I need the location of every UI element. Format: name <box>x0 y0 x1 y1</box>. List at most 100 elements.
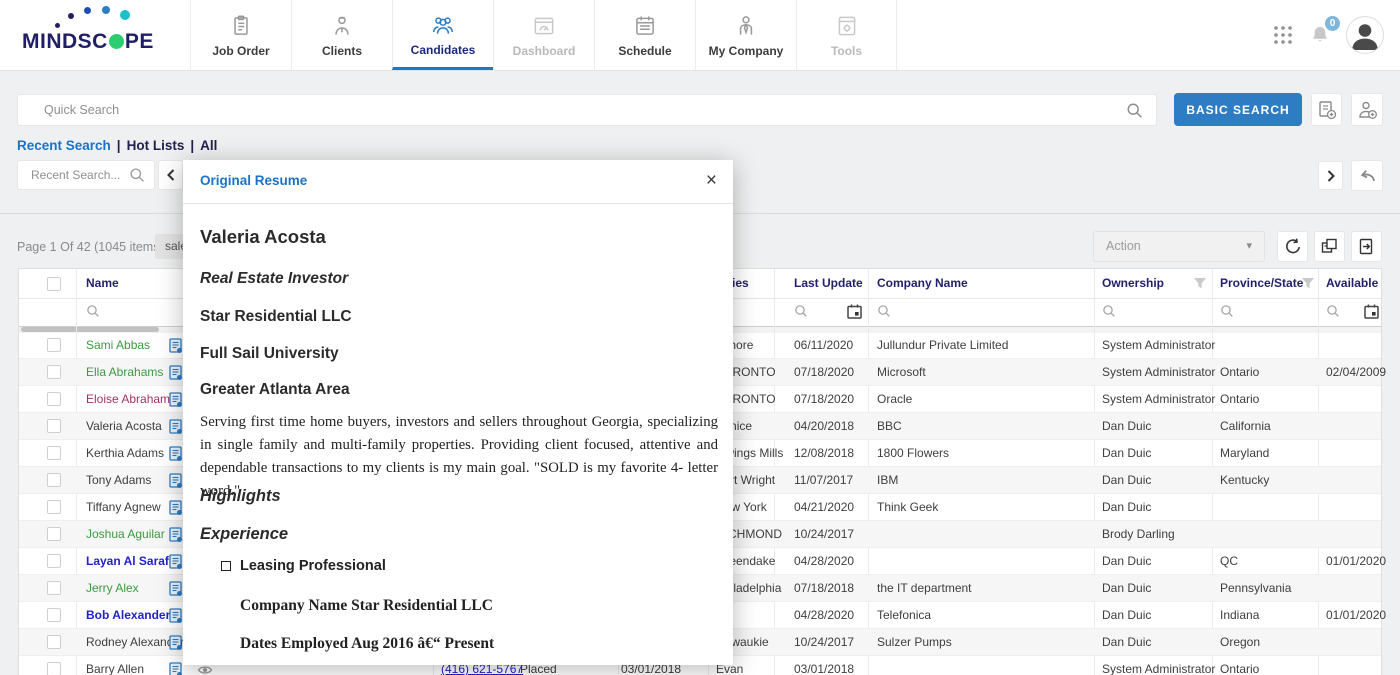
action-dropdown[interactable]: Action ▾ <box>1093 231 1265 262</box>
resume-job-title: Leasing Professional <box>240 558 386 574</box>
resume-icon[interactable] <box>169 662 183 675</box>
recent-search-link[interactable]: Recent Search <box>17 138 111 153</box>
candidate-name-link[interactable]: Valeria Acosta <box>86 413 162 440</box>
row-checkbox[interactable] <box>47 527 61 541</box>
candidate-name-link[interactable]: Kerthia Adams <box>86 440 164 467</box>
refresh-button[interactable] <box>1277 231 1308 262</box>
calendar-icon[interactable] <box>846 303 863 320</box>
export-button[interactable] <box>1351 231 1382 262</box>
candidate-name-link[interactable]: Tiffany Agnew <box>86 494 161 521</box>
recent-search-input[interactable] <box>29 167 128 183</box>
resume-icon[interactable] <box>169 554 183 570</box>
bullet-square-icon <box>221 561 231 571</box>
logo-dot <box>55 23 60 28</box>
basic-search-button[interactable]: BASIC SEARCH <box>1174 93 1302 126</box>
column-search-icon[interactable] <box>1326 304 1341 319</box>
close-icon[interactable]: × <box>706 169 717 193</box>
resume-icon[interactable] <box>169 446 183 462</box>
candidate-name-link[interactable]: Jerry Alex <box>86 575 139 602</box>
logo-dot <box>68 13 74 19</box>
header-col-name[interactable]: Name <box>86 269 119 298</box>
add-candidate-button[interactable] <box>1351 93 1383 126</box>
select-all-checkbox[interactable] <box>47 277 61 291</box>
row-checkbox[interactable] <box>47 446 61 460</box>
header-col-company-name[interactable]: Company Name <box>877 269 968 298</box>
column-search-icon[interactable] <box>1102 304 1117 319</box>
brand-logo[interactable]: MINDSCPE <box>22 0 187 70</box>
filter-funnel-icon[interactable] <box>1301 277 1315 290</box>
resume-icon[interactable] <box>169 500 183 516</box>
row-checkbox[interactable] <box>47 338 61 352</box>
undo-button[interactable] <box>1351 160 1383 191</box>
resume-icon[interactable] <box>169 635 183 651</box>
row-checkbox[interactable] <box>47 365 61 379</box>
quick-search-input[interactable] <box>42 102 1013 118</box>
brand-name: MINDSCPE <box>22 30 154 54</box>
user-avatar[interactable] <box>1346 16 1384 54</box>
row-checkbox[interactable] <box>47 500 61 514</box>
hot-lists-link[interactable]: Hot Lists <box>127 138 185 153</box>
row-checkbox[interactable] <box>47 608 61 622</box>
last-update-cell: 03/01/2018 <box>794 656 854 675</box>
row-checkbox[interactable] <box>47 554 61 568</box>
tab-label: Candidates <box>411 43 476 57</box>
scroll-left-button[interactable] <box>158 160 183 190</box>
candidate-name-link[interactable]: Layan Al Saraf <box>86 548 169 575</box>
company-cell: Oracle <box>877 386 912 413</box>
tab-job-order[interactable]: Job Order <box>190 0 291 70</box>
ownership-cell: Dan Duic <box>1102 548 1151 575</box>
resume-icon[interactable] <box>169 419 183 435</box>
search-icon[interactable] <box>129 167 146 184</box>
notifications-bell-icon[interactable]: 0 <box>1308 23 1332 47</box>
candidate-name-link[interactable]: Barry Allen <box>86 656 144 675</box>
copy-button[interactable] <box>1314 231 1345 262</box>
row-checkbox[interactable] <box>47 392 61 406</box>
tab-clients[interactable]: Clients <box>291 0 392 70</box>
filter-funnel-icon[interactable] <box>1193 277 1207 290</box>
all-link[interactable]: All <box>200 138 217 153</box>
calendar-icon[interactable] <box>1363 303 1380 320</box>
resume-icon[interactable] <box>169 473 183 489</box>
header-col-province-state[interactable]: Province/State <box>1220 269 1303 298</box>
ownership-cell: System Administrator <box>1102 359 1215 386</box>
column-search-icon[interactable] <box>877 304 892 319</box>
logo-dot <box>120 10 130 20</box>
resume-icon[interactable] <box>169 338 183 354</box>
candidate-name-link[interactable]: Tony Adams <box>86 467 151 494</box>
header-col-ownership[interactable]: Ownership <box>1102 269 1164 298</box>
ownership-cell: Dan Duic <box>1102 575 1151 602</box>
tab-dashboard[interactable]: Dashboard <box>493 0 594 70</box>
resume-icon[interactable] <box>169 392 183 408</box>
row-checkbox[interactable] <box>47 419 61 433</box>
candidate-name-link[interactable]: Joshua Aguilar <box>86 521 165 548</box>
apps-grid-icon[interactable] <box>1272 24 1294 46</box>
column-search-icon[interactable] <box>86 304 101 319</box>
row-checkbox[interactable] <box>47 473 61 487</box>
candidates-icon <box>430 11 456 39</box>
add-job-order-button[interactable] <box>1311 93 1342 126</box>
tab-tools[interactable]: Tools <box>796 0 897 70</box>
resume-icon[interactable] <box>169 608 183 624</box>
tab-candidates[interactable]: Candidates <box>392 0 493 70</box>
column-search-icon[interactable] <box>794 304 809 319</box>
header-col-available[interactable]: Available <box>1326 269 1378 298</box>
row-checkbox[interactable] <box>47 581 61 595</box>
my-company-icon <box>733 12 759 40</box>
candidate-name-link[interactable]: Sami Abbas <box>86 332 150 359</box>
column-search-icon[interactable] <box>1220 304 1235 319</box>
resume-icon[interactable] <box>169 365 183 381</box>
candidate-name-link[interactable]: Ella Abrahams <box>86 359 163 386</box>
scroll-right-button[interactable] <box>1318 161 1343 190</box>
resume-icon[interactable] <box>169 581 183 597</box>
resume-icon[interactable] <box>169 527 183 543</box>
row-checkbox[interactable] <box>47 635 61 649</box>
row-checkbox[interactable] <box>47 662 61 675</box>
candidate-name-link[interactable]: Bob Alexander <box>86 602 170 629</box>
chevron-left-icon <box>165 168 177 182</box>
tab-schedule[interactable]: Schedule <box>594 0 695 70</box>
search-icon[interactable] <box>1126 102 1144 120</box>
candidate-name-link[interactable]: Eloise Abrahams <box>86 386 176 413</box>
last-update-cell: 07/18/2020 <box>794 359 854 386</box>
tab-my-company[interactable]: My Company <box>695 0 796 70</box>
header-col-last-update[interactable]: Last Update <box>794 269 863 298</box>
